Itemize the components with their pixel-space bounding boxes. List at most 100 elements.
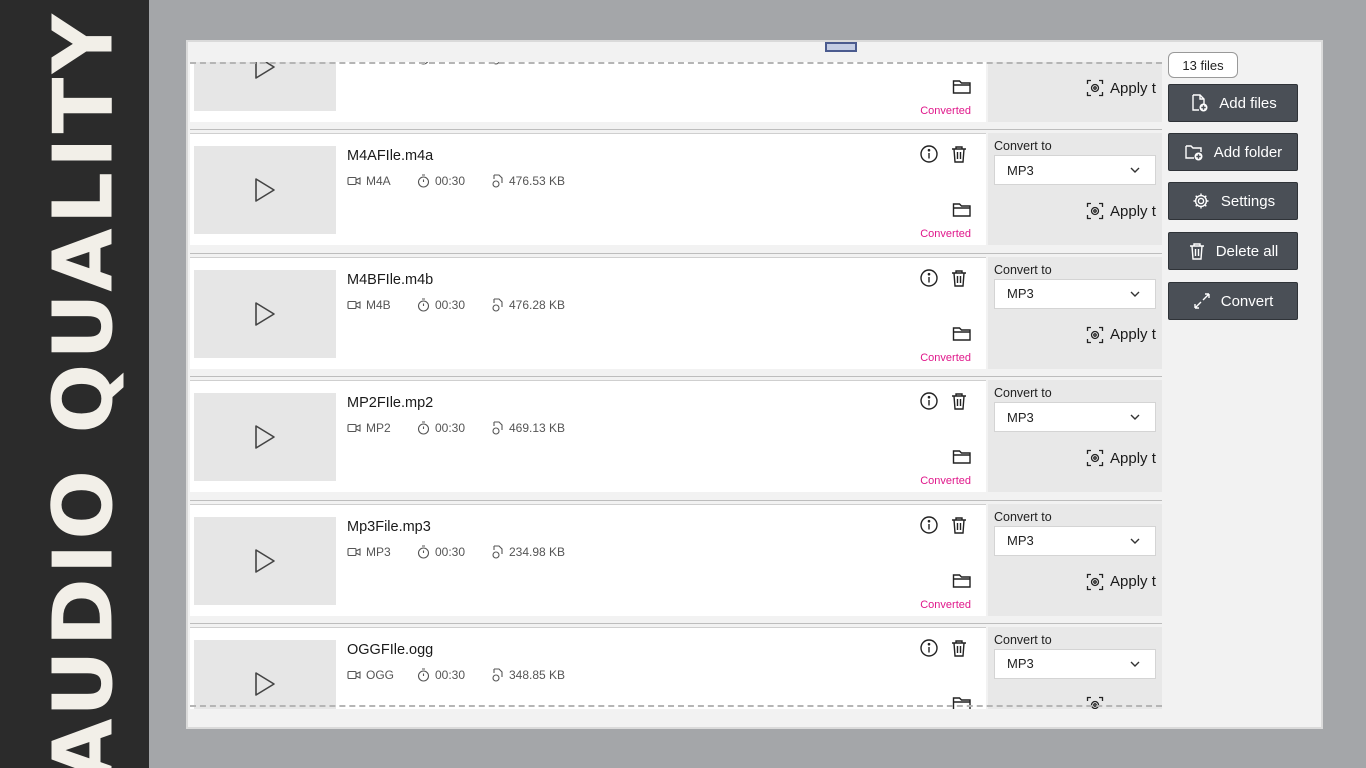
info-icon[interactable] — [919, 638, 939, 658]
convert-panel: Convert to MP3 Apply t — [988, 62, 1162, 122]
open-folder-icon[interactable] — [952, 202, 972, 218]
chevron-down-icon — [1130, 661, 1140, 667]
info-icon[interactable] — [919, 268, 939, 288]
thumbnail[interactable] — [194, 639, 336, 709]
format-select[interactable]: MP3 — [994, 278, 1156, 309]
file-card: MP2FIle.mp2 MP2 00:30 469.13 KB Converte… — [190, 380, 986, 493]
open-folder-icon[interactable] — [952, 326, 972, 342]
convert-button[interactable]: Convert — [1168, 282, 1298, 320]
file-count-badge: 13 files — [1168, 52, 1238, 78]
apply-to-all-button[interactable] — [1086, 696, 1110, 709]
file-name: M4BFIle.m4b — [347, 271, 434, 288]
play-icon[interactable] — [253, 671, 277, 697]
file-format: MP3 — [366, 544, 391, 559]
thumbnail[interactable] — [194, 146, 336, 235]
trash-icon[interactable] — [950, 268, 968, 288]
file-size-icon — [492, 545, 503, 559]
convert-to-label: Convert to — [994, 139, 1052, 154]
trash-icon[interactable] — [950, 391, 968, 411]
apply-to-all-button[interactable]: Apply t — [1086, 449, 1156, 467]
file-row: MP2FIle.mp2 MP2 00:30 469.13 KB Converte… — [190, 376, 1162, 499]
video-camera-icon — [347, 424, 361, 433]
thumbnail[interactable] — [194, 393, 336, 482]
file-row: Mp3File.mp3 MP3 00:30 234.98 KB Converte… — [190, 499, 1162, 623]
convert-panel: Convert to MP3 Apply t — [988, 133, 1162, 246]
conversion-status: Converted — [920, 475, 971, 488]
apply-to-all-button[interactable]: Apply t — [1086, 573, 1156, 591]
apply-settings-icon — [1086, 696, 1104, 709]
format-select-value: MP3 — [1007, 286, 1034, 302]
play-icon[interactable] — [253, 424, 277, 450]
apply-to-all-button[interactable]: Apply t — [1086, 202, 1156, 220]
video-camera-icon — [347, 300, 361, 309]
trash-icon[interactable] — [950, 515, 968, 535]
file-size: 476.28 KB — [509, 297, 566, 312]
timer-icon — [417, 298, 430, 312]
apply-to-all-label: Apply t — [1110, 202, 1156, 220]
drop-zone-bottom-border — [190, 705, 1162, 707]
file-row: Converted Convert to MP3 Apply t — [190, 62, 1162, 129]
open-folder-icon[interactable] — [952, 573, 972, 589]
format-select[interactable]: MP3 — [994, 402, 1156, 433]
file-card: M4AFIle.m4a M4A 00:30 476.53 KB Converte… — [190, 133, 986, 246]
thumbnail[interactable] — [194, 269, 336, 358]
file-size-icon — [492, 174, 503, 188]
format-select[interactable]: MP3 — [994, 648, 1156, 679]
file-meta: M4A 00:30 476.53 KB — [347, 174, 565, 188]
trash-icon[interactable] — [950, 144, 968, 164]
thumbnail[interactable] — [194, 516, 336, 605]
format-select-value: MP3 — [1007, 162, 1034, 178]
format-select[interactable]: MP3 — [994, 525, 1156, 556]
video-camera-icon — [347, 177, 361, 186]
info-icon[interactable] — [919, 144, 939, 164]
chevron-down-icon — [1130, 414, 1140, 421]
delete-all-button[interactable]: Delete all — [1168, 232, 1298, 270]
file-format: MP2 — [366, 421, 391, 436]
info-icon[interactable] — [919, 515, 939, 535]
apply-to-all-label: Apply t — [1110, 326, 1156, 344]
file-format: M4A — [366, 174, 391, 189]
apply-to-all-button[interactable]: Apply t — [1086, 79, 1156, 97]
file-card: M4BFIle.m4b M4B 00:30 476.28 KB Converte… — [190, 256, 986, 369]
file-name: M4AFIle.m4a — [347, 148, 434, 165]
add-folder-button[interactable]: Add folder — [1168, 133, 1298, 171]
apply-settings-icon — [1086, 79, 1104, 97]
add-files-label: Add files — [1219, 94, 1277, 112]
chevron-down-icon — [1130, 167, 1140, 174]
open-folder-icon[interactable] — [952, 696, 972, 709]
apply-settings-icon — [1086, 326, 1104, 343]
file-size: 348.85 KB — [509, 667, 566, 682]
thumbnail[interactable] — [194, 62, 336, 111]
file-list[interactable]: Converted Convert to MP3 Apply t — [190, 62, 1162, 709]
settings-button[interactable]: Settings — [1168, 182, 1298, 220]
trash-icon[interactable] — [950, 638, 968, 658]
play-icon[interactable] — [253, 177, 277, 203]
file-size: 234.98 KB — [509, 544, 566, 559]
drag-handle[interactable] — [825, 42, 857, 52]
open-folder-icon[interactable] — [952, 79, 972, 95]
info-icon[interactable] — [919, 391, 939, 411]
apply-settings-icon — [1086, 573, 1104, 590]
file-row: M4AFIle.m4a M4A 00:30 476.53 KB Converte… — [190, 129, 1162, 252]
convert-to-label: Convert to — [994, 509, 1052, 524]
format-select[interactable]: MP3 — [994, 155, 1156, 186]
video-camera-icon — [347, 547, 361, 556]
settings-label: Settings — [1220, 192, 1276, 210]
play-icon[interactable] — [253, 548, 277, 574]
apply-to-all-button[interactable]: Apply t — [1086, 326, 1156, 344]
conversion-status: Converted — [920, 598, 971, 611]
convert-arrows-icon — [1194, 293, 1210, 309]
open-folder-icon[interactable] — [952, 449, 972, 465]
play-icon[interactable] — [253, 301, 277, 327]
file-meta: MP2 00:30 469.13 KB — [347, 421, 565, 435]
convert-to-label: Convert to — [994, 386, 1052, 401]
play-icon[interactable] — [253, 62, 277, 80]
trash-icon — [1189, 243, 1204, 260]
timer-icon — [417, 174, 430, 188]
add-file-icon — [1192, 94, 1208, 112]
conversion-status: Converted — [920, 228, 971, 241]
file-card: Mp3File.mp3 MP3 00:30 234.98 KB Converte… — [190, 503, 986, 616]
convert-panel: Convert to MP3 Apply t — [988, 380, 1162, 493]
add-files-button[interactable]: Add files — [1168, 84, 1298, 122]
chevron-down-icon — [1130, 291, 1140, 297]
